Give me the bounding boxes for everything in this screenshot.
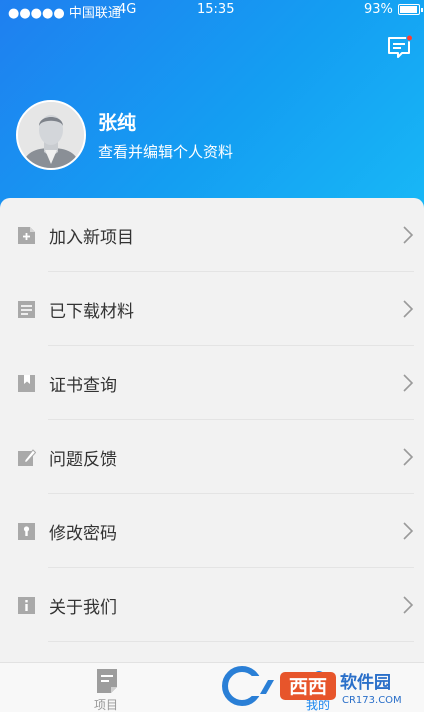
watermark-logo-text: 西西 — [289, 676, 327, 698]
edit-profile-link[interactable]: 查看并编辑个人资料 — [98, 141, 233, 162]
bookmark-certificate-icon — [18, 375, 35, 392]
menu-item-label: 关于我们 — [49, 598, 117, 618]
project-doc-icon — [97, 669, 117, 693]
battery-icon — [398, 4, 423, 15]
avatar[interactable] — [16, 100, 86, 170]
site-watermark: 西西 软件园 CR173.COM — [222, 658, 418, 712]
menu-item-about-us[interactable]: 关于我们 — [0, 568, 424, 642]
menu-item-label: 修改密码 — [49, 524, 117, 544]
lock-icon — [18, 523, 35, 540]
menu-item-label: 加入新项目 — [49, 228, 134, 248]
user-avatar-icon — [18, 102, 84, 168]
menu-item-change-password[interactable]: 修改密码 — [0, 494, 424, 568]
clock: 15:35 — [197, 2, 235, 17]
add-document-icon — [18, 227, 35, 244]
chevron-right-icon — [403, 522, 414, 540]
edit-feedback-icon — [18, 449, 36, 466]
status-bar: ●●●●● 中国联通 4G 15:35 93% — [0, 0, 424, 21]
settings-menu: 加入新项目 已下载材料 证书查询 问题反馈 修改密码 关于我们 — [0, 198, 424, 662]
download-list-icon — [18, 301, 35, 318]
user-name: 张纯 — [98, 112, 137, 134]
menu-item-label: 证书查询 — [49, 376, 117, 396]
menu-item-feedback[interactable]: 问题反馈 — [0, 420, 424, 494]
chevron-right-icon — [403, 226, 414, 244]
watermark-site-url: CR173.COM — [342, 695, 402, 706]
divider — [48, 641, 414, 642]
cr173-logo: 西西 软件园 CR173.COM — [222, 666, 402, 706]
watermark-site-name: 软件园 — [340, 672, 391, 693]
tab-label: 项目 — [93, 698, 118, 712]
battery-percent: 93% — [364, 2, 393, 17]
messages-button[interactable] — [386, 34, 414, 60]
profile-header: ●●●●● 中国联通 4G 15:35 93% 张纯 查看并编辑个人资料 — [0, 0, 424, 212]
tab-projects[interactable]: 项目 — [0, 663, 212, 712]
chevron-right-icon — [403, 300, 414, 318]
menu-item-join-project[interactable]: 加入新项目 — [0, 198, 424, 272]
info-icon — [18, 597, 35, 614]
menu-item-certificate-query[interactable]: 证书查询 — [0, 346, 424, 420]
chevron-right-icon — [403, 596, 414, 614]
menu-item-label: 已下载材料 — [49, 302, 134, 322]
menu-item-label: 问题反馈 — [49, 450, 117, 470]
carrier-label: ●●●●● 中国联通 — [8, 6, 121, 21]
chevron-right-icon — [403, 448, 414, 466]
menu-item-downloads[interactable]: 已下载材料 — [0, 272, 424, 346]
network-type: 4G — [118, 2, 137, 17]
message-badge-icon — [388, 34, 413, 58]
chevron-right-icon — [403, 374, 414, 392]
